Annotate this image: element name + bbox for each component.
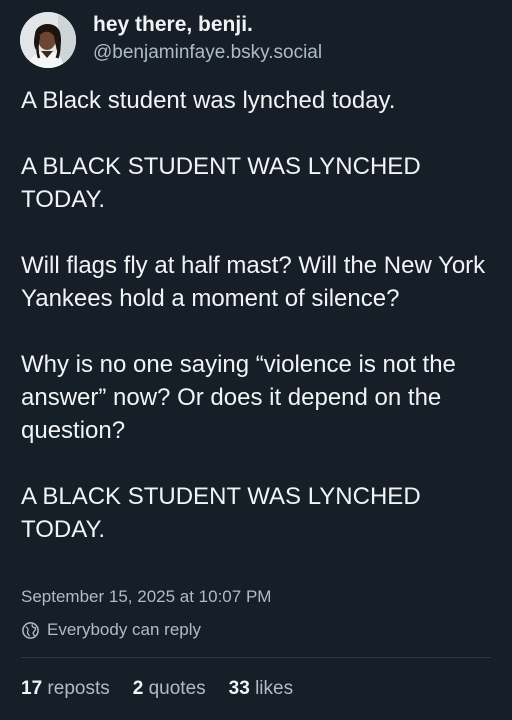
quotes-label: quotes (148, 678, 206, 699)
quotes-stat[interactable]: 2 quotes (133, 677, 206, 701)
post-paragraph: Will flags fly at half mast? Will the Ne… (21, 252, 486, 312)
post-paragraph: A BLACK STUDENT WAS LYNCHED TODAY. (21, 153, 421, 213)
divider (21, 657, 491, 658)
engagement-stats: 17 reposts 2 quotes 33 likes (21, 677, 316, 701)
likes-count: 33 (228, 678, 250, 699)
profile-photo-icon (20, 12, 76, 68)
post-text: A Black student was lynched today. A BLA… (21, 84, 491, 546)
reposts-label: reposts (47, 678, 110, 699)
author-handle[interactable]: @benjaminfaye.bsky.social (93, 41, 322, 65)
likes-stat[interactable]: 33 likes (229, 677, 293, 701)
likes-label: likes (255, 678, 294, 699)
reposts-count: 17 (21, 678, 43, 699)
post-timestamp: September 15, 2025 at 10:07 PM (21, 587, 272, 606)
post-paragraph: A Black student was lynched today. (21, 87, 396, 114)
reply-setting-label: Everybody can reply (47, 620, 202, 639)
author-info: hey there, benji. @benjaminfaye.bsky.soc… (93, 12, 322, 65)
avatar[interactable] (20, 12, 76, 68)
post-thread: hey there, benji. @benjaminfaye.bsky.soc… (0, 0, 512, 720)
author-display-name[interactable]: hey there, benji. (93, 12, 322, 38)
reposts-stat[interactable]: 17 reposts (21, 677, 110, 701)
post-paragraph: Why is no one saying “violence is not th… (21, 351, 456, 444)
post-header: hey there, benji. @benjaminfaye.bsky.soc… (20, 12, 322, 68)
globe-icon (22, 621, 39, 639)
quotes-count: 2 (132, 678, 144, 699)
reply-setting[interactable]: Everybody can reply (21, 619, 201, 641)
post-paragraph: A BLACK STUDENT WAS LYNCHED TODAY. (21, 483, 421, 543)
